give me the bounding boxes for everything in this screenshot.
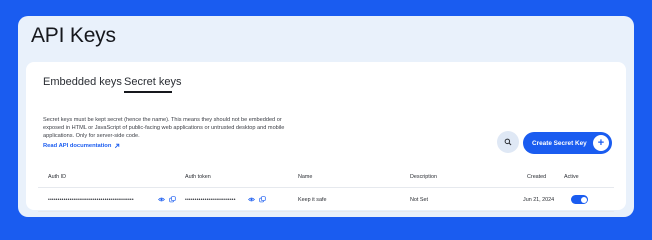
api-keys-panel: API Keys Embedded keys Secret keys Secre… <box>18 16 634 217</box>
tab-secret-keys[interactable]: Secret keys <box>124 76 181 88</box>
auth-id-masked: ••••••••••••••••••••••••••••••••••••••••… <box>48 197 134 203</box>
key-name: Keep it safe <box>298 197 327 203</box>
column-header-auth-token: Auth token <box>185 174 211 180</box>
row-divider <box>38 211 614 212</box>
column-header-auth-id: Auth ID <box>48 174 66 180</box>
auth-token-masked: •••••••••••••••••••••••••• <box>185 197 236 203</box>
column-header-name: Name <box>298 174 313 180</box>
read-api-documentation-link[interactable]: Read API documentation <box>43 143 120 149</box>
tab-embedded-keys[interactable]: Embedded keys <box>43 76 122 88</box>
active-toggle[interactable] <box>571 195 588 204</box>
column-header-active: Active <box>564 174 579 180</box>
header-divider <box>38 187 614 188</box>
active-tab-indicator <box>124 91 172 93</box>
create-secret-key-label: Create Secret Key <box>532 139 587 147</box>
column-header-description: Description <box>410 174 437 180</box>
eye-icon[interactable] <box>248 196 255 203</box>
toggle-knob <box>580 196 587 203</box>
key-created-date: Jun 21, 2024 <box>523 197 555 203</box>
doc-link-label: Read API documentation <box>43 143 112 149</box>
plus-icon: + <box>593 135 609 151</box>
copy-icon[interactable] <box>259 196 266 203</box>
column-header-created: Created <box>527 174 547 180</box>
search-button[interactable] <box>497 131 519 153</box>
page-title: API Keys <box>31 24 116 47</box>
copy-icon[interactable] <box>169 196 176 203</box>
keys-card: Embedded keys Secret keys Secret keys mu… <box>26 62 626 212</box>
create-secret-key-button[interactable]: Create Secret Key + <box>523 132 612 154</box>
arrow-up-right-icon <box>115 143 120 149</box>
eye-icon[interactable] <box>158 196 165 203</box>
secret-keys-description: Secret keys must be kept secret (hence t… <box>43 117 285 139</box>
key-description: Not Set <box>410 197 428 203</box>
search-icon <box>504 138 512 146</box>
